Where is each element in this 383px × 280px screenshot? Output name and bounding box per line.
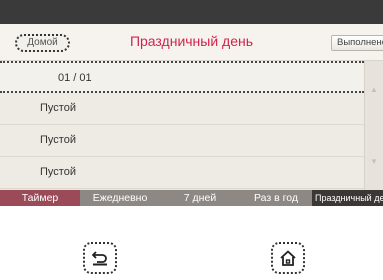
top-bar <box>0 0 383 24</box>
header: Домой Праздничный день Выполнено <box>0 24 383 61</box>
back-button[interactable] <box>83 242 117 274</box>
back-arrow-icon <box>92 251 107 266</box>
device-screen: Домой Праздничный день Выполнено 01 / 01… <box>0 0 383 206</box>
done-button[interactable]: Выполнено <box>331 35 383 51</box>
scrollbar[interactable]: ▲ ▼ <box>364 61 383 190</box>
scroll-down-icon[interactable]: ▼ <box>370 157 378 166</box>
date-row[interactable]: 01 / 01 <box>0 61 364 93</box>
scroll-up-icon[interactable]: ▲ <box>370 85 378 94</box>
home-button[interactable]: Домой <box>15 34 70 52</box>
tab-yearly[interactable]: Раз в год <box>240 190 312 206</box>
tab-timer[interactable]: Таймер <box>0 190 80 206</box>
list-item[interactable]: Пустой <box>0 125 364 157</box>
home-icon <box>280 250 296 266</box>
tab-daily[interactable]: Ежедневно <box>80 190 160 206</box>
tab-holiday[interactable]: Праздничный день <box>312 190 383 206</box>
page-title: Праздничный день <box>129 33 254 49</box>
tab-7-days[interactable]: 7 дней <box>160 190 240 206</box>
holiday-list: 01 / 01 Пустой Пустой Пустой ▲ ▼ <box>0 61 383 190</box>
list-item[interactable]: Пустой <box>0 157 364 189</box>
tab-bar: Таймер Ежедневно 7 дней Раз в год Праздн… <box>0 190 383 206</box>
list-item[interactable]: Пустой <box>0 93 364 125</box>
hardware-home-button[interactable] <box>271 242 305 274</box>
